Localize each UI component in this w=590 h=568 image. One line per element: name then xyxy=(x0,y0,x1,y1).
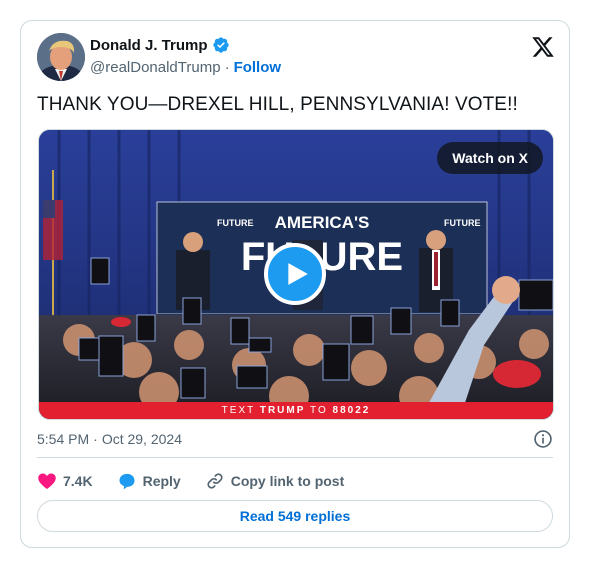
x-logo-icon[interactable] xyxy=(531,35,555,59)
video-player[interactable]: FUTURE FUTURE AMERICA'S FUTURE xyxy=(38,129,554,420)
author-avatar[interactable] xyxy=(37,33,85,81)
post-actions: 7.4K Reply Copy link to post xyxy=(37,469,368,493)
banner-keyword: TRUMP xyxy=(259,405,306,416)
reply-bubble-icon xyxy=(119,473,135,490)
read-replies-button[interactable]: Read 549 replies xyxy=(37,500,553,532)
like-button[interactable]: 7.4K xyxy=(37,471,93,491)
link-icon xyxy=(207,473,223,489)
heart-icon xyxy=(38,473,56,489)
author-handle-row: @realDonaldTrump · Follow xyxy=(90,59,281,76)
sign-small-left: FUTURE xyxy=(217,218,254,228)
info-icon[interactable] xyxy=(533,429,553,449)
author-name-row: Donald J. Trump xyxy=(90,36,230,54)
reply-label: Reply xyxy=(142,473,181,489)
like-count: 7.4K xyxy=(63,473,93,489)
author-handle[interactable]: @realDonaldTrump xyxy=(90,59,221,76)
post-time: 5:54 PM xyxy=(37,431,90,447)
watch-on-x-button[interactable]: Watch on X xyxy=(437,142,543,174)
author-name[interactable]: Donald J. Trump xyxy=(90,37,208,54)
banner-prefix: TEXT xyxy=(221,405,256,416)
copy-link-button[interactable]: Copy link to post xyxy=(205,471,345,491)
sign-title: AMERICA'S xyxy=(275,213,370,232)
reply-button[interactable]: Reply xyxy=(117,471,181,491)
embedded-post-card: Donald J. Trump @realDonaldTrump · Follo… xyxy=(20,20,570,548)
play-button[interactable] xyxy=(264,243,326,305)
sign-small-right: FUTURE xyxy=(444,218,481,228)
verified-badge-icon xyxy=(212,36,230,54)
post-timestamp[interactable]: 5:54 PM · Oct 29, 2024 xyxy=(37,431,182,447)
video-banner: TEXT TRUMP TO 88022 xyxy=(39,402,553,419)
copy-link-label: Copy link to post xyxy=(230,473,345,489)
separator-dot: · xyxy=(224,59,230,76)
divider xyxy=(37,457,553,458)
post-date: Oct 29, 2024 xyxy=(101,431,182,447)
banner-number: 88022 xyxy=(332,405,371,416)
post-text: THANK YOU—DREXEL HILL, PENNSYLVANIA! VOT… xyxy=(37,94,518,115)
follow-button[interactable]: Follow xyxy=(234,59,282,76)
banner-middle: TO xyxy=(310,405,328,416)
timestamp-separator: · xyxy=(93,431,98,447)
play-icon xyxy=(288,263,308,285)
